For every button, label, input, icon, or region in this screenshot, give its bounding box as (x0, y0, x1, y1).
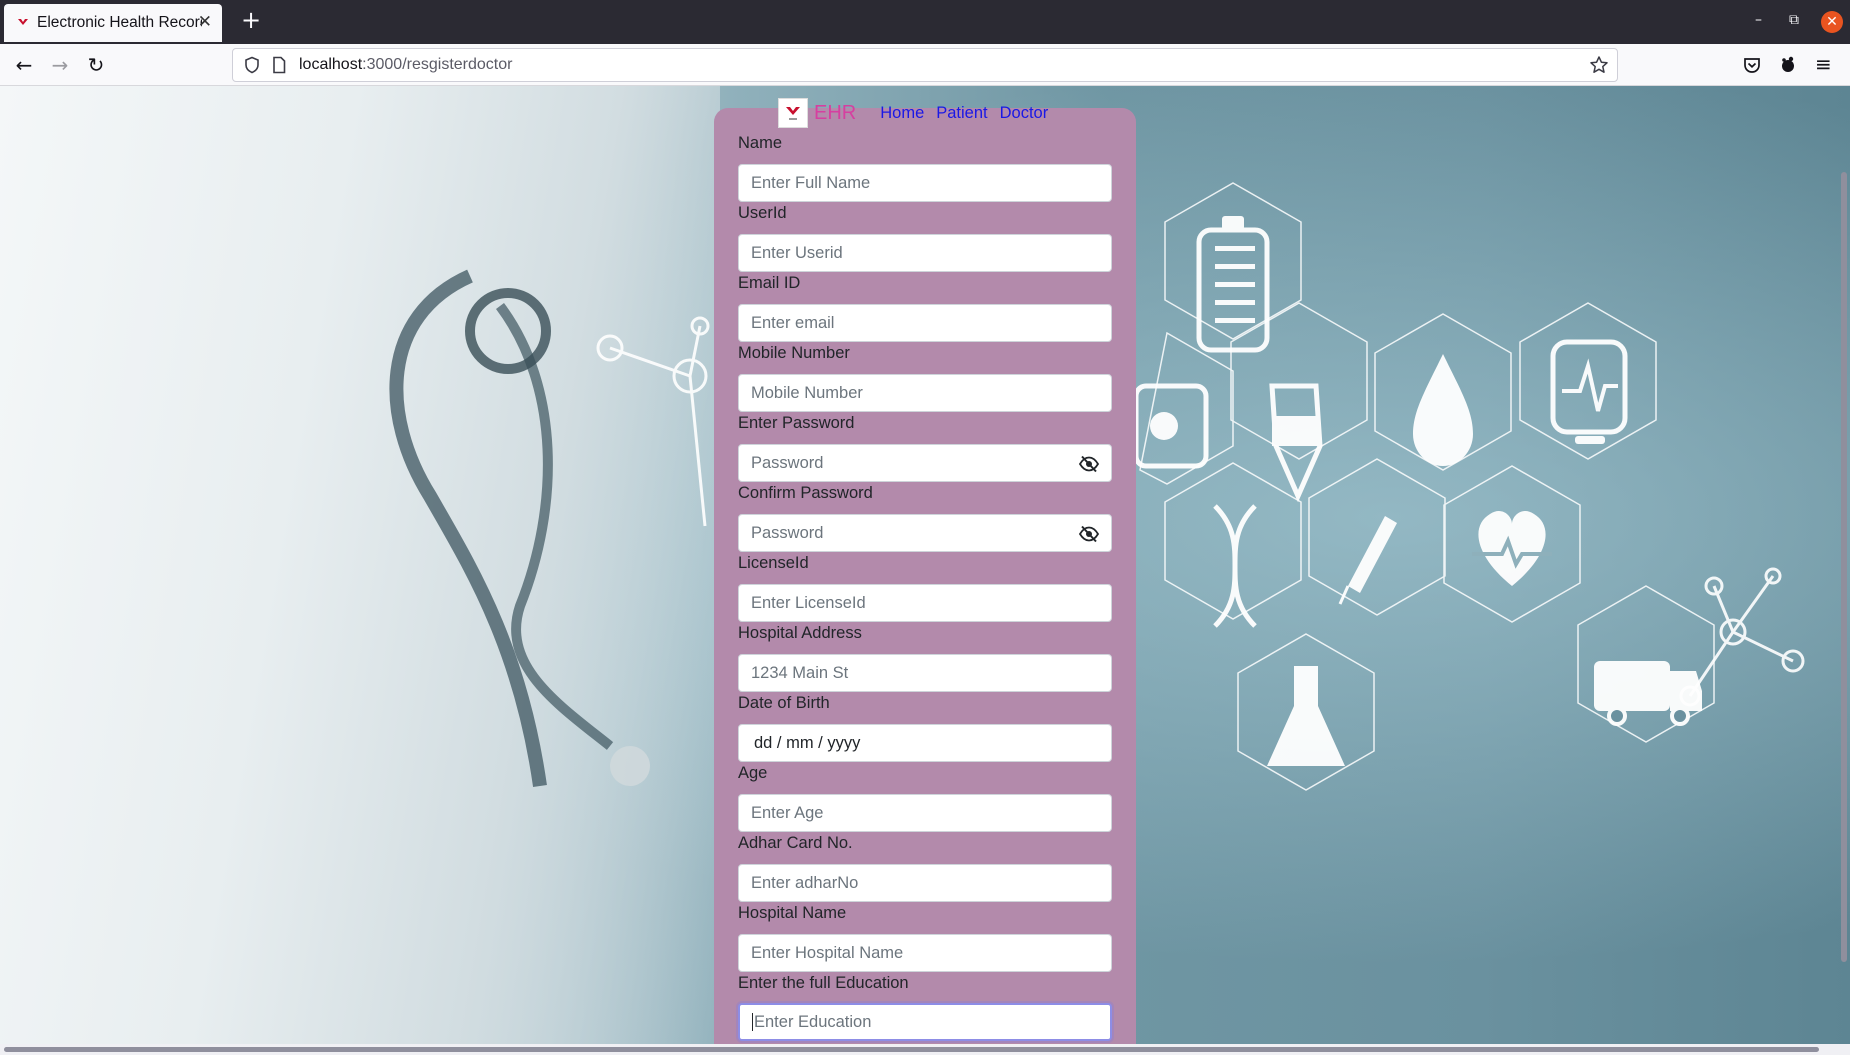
extension-icon[interactable] (1777, 54, 1799, 76)
license-placeholder: Enter LicenseId (751, 593, 866, 612)
password-placeholder: Password (751, 453, 824, 472)
email-placeholder: Enter email (751, 313, 835, 332)
adhar-placeholder: Enter adharNo (751, 873, 859, 892)
userid-placeholder: Enter Userid (751, 243, 843, 262)
window-close-icon[interactable]: ✕ (1821, 11, 1843, 33)
confirm-password-input[interactable]: Password (738, 514, 1112, 552)
dob-input[interactable]: dd / mm / yyyy (738, 724, 1112, 762)
education-placeholder: Enter Education (754, 1012, 872, 1031)
education-input[interactable]: Enter Education (738, 1003, 1112, 1041)
reload-icon[interactable]: ↻ (84, 53, 108, 77)
url-host: localhost (299, 56, 363, 73)
name-label: Name (738, 134, 783, 152)
hospital-name-label: Hospital Name (738, 904, 847, 922)
bookmark-star-icon[interactable] (1589, 55, 1609, 75)
ehr-favicon-icon (18, 19, 28, 25)
brand-name[interactable]: EHR (814, 102, 856, 125)
nav-link-patient[interactable]: Patient (936, 104, 987, 123)
nav-link-home[interactable]: Home (880, 104, 924, 123)
adhar-label: Adhar Card No. (738, 834, 853, 852)
url-text[interactable]: localhost:3000/resgisterdoctor (299, 56, 512, 74)
dob-label: Date of Birth (738, 694, 830, 712)
age-input[interactable]: Enter Age (738, 794, 1112, 832)
pocket-icon[interactable] (1741, 54, 1763, 76)
eye-slash-icon[interactable] (1079, 455, 1099, 473)
password-input[interactable]: Password (738, 444, 1112, 482)
vertical-scroll-thumb[interactable] (1841, 172, 1847, 962)
window-minimize-icon[interactable]: – (1755, 12, 1762, 28)
url-path: :3000/resgisterdoctor (362, 56, 513, 73)
browser-tab-bar: Electronic Health Records ✕ + – ⧉ ✕ (0, 0, 1850, 44)
userid-input[interactable]: Enter Userid (738, 234, 1112, 272)
adhar-input[interactable]: Enter adharNo (738, 864, 1112, 902)
tab-title: Electronic Health Records (37, 14, 202, 31)
mobile-label: Mobile Number (738, 344, 850, 362)
browser-tab[interactable]: Electronic Health Records ✕ (4, 4, 222, 42)
confirm-password-placeholder: Password (751, 523, 824, 542)
education-label: Enter the full Education (738, 974, 909, 992)
name-placeholder: Enter Full Name (751, 173, 871, 192)
hospital-address-placeholder: 1234 Main St (751, 663, 849, 682)
vertical-scrollbar[interactable] (1838, 86, 1850, 1044)
new-tab-icon[interactable]: + (238, 8, 264, 34)
userid-label: UserId (738, 204, 787, 222)
text-caret (752, 1013, 753, 1031)
tab-close-icon[interactable]: ✕ (198, 12, 212, 32)
address-bar[interactable]: localhost:3000/resgisterdoctor (232, 48, 1618, 82)
shield-icon[interactable] (243, 56, 261, 74)
window-restore-icon[interactable]: ⧉ (1789, 12, 1799, 28)
mobile-placeholder: Mobile Number (751, 383, 863, 402)
horizontal-scrollbar[interactable] (0, 1044, 1850, 1055)
hamburger-menu-icon[interactable]: ≡ (1815, 54, 1837, 76)
back-arrow-icon[interactable]: ← (12, 53, 36, 77)
eye-slash-icon[interactable] (1079, 525, 1099, 543)
ehr-logo[interactable] (778, 98, 808, 128)
email-input[interactable]: Enter email (738, 304, 1112, 342)
horizontal-scroll-thumb[interactable] (4, 1047, 1819, 1052)
password-label: Enter Password (738, 414, 855, 432)
age-label: Age (738, 764, 768, 782)
dob-placeholder: dd / mm / yyyy (754, 733, 861, 752)
hospital-address-input[interactable]: 1234 Main St (738, 654, 1112, 692)
mobile-input[interactable]: Mobile Number (738, 374, 1112, 412)
forward-arrow-icon[interactable]: → (48, 53, 72, 77)
ehr-logo-icon (786, 107, 800, 120)
age-placeholder: Enter Age (751, 803, 824, 822)
hospital-address-label: Hospital Address (738, 624, 862, 642)
license-input[interactable]: Enter LicenseId (738, 584, 1112, 622)
nav-link-doctor[interactable]: Doctor (1000, 104, 1049, 123)
page-info-icon[interactable] (271, 56, 287, 74)
hospital-name-input[interactable]: Enter Hospital Name (738, 934, 1112, 972)
browser-nav-bar: ← → ↻ localhost:3000/resgisterdoctor ≡ (0, 44, 1850, 86)
email-label: Email ID (738, 274, 801, 292)
name-input[interactable]: Enter Full Name (738, 164, 1112, 202)
hospital-name-placeholder: Enter Hospital Name (751, 943, 904, 962)
confirm-password-label: Confirm Password (738, 484, 873, 502)
license-label: LicenseId (738, 554, 809, 572)
app-header: EHR Home Patient Doctor (778, 98, 1048, 128)
